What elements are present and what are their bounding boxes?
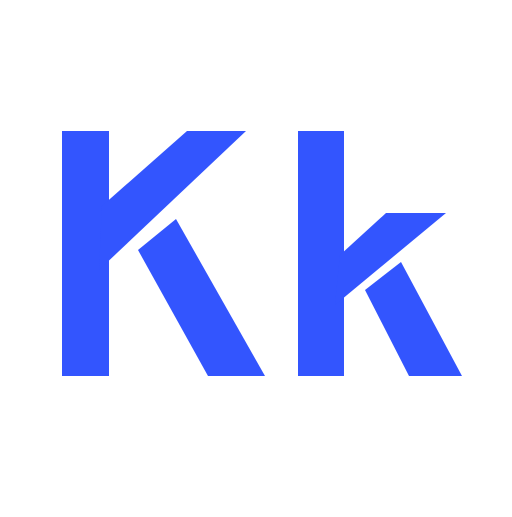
uppercase-k-glyph bbox=[62, 131, 265, 376]
letter-pair-graphic bbox=[62, 131, 462, 376]
letter-pair-canvas bbox=[0, 0, 512, 512]
lowercase-k-glyph bbox=[298, 131, 462, 376]
